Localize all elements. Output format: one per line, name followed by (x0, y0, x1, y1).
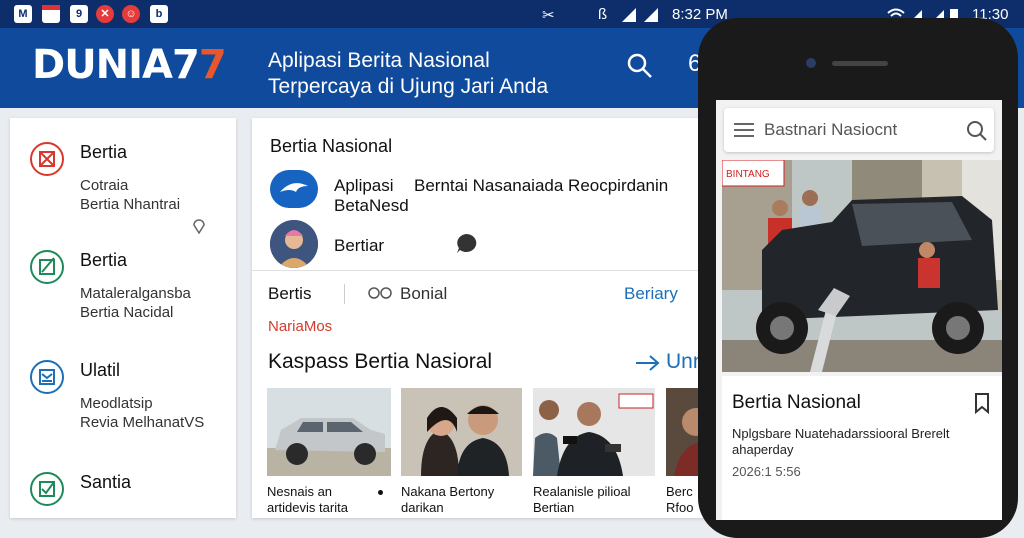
desc-line1: Nplgsbare Nuatehadarssiooral Brerelt (732, 426, 950, 441)
logo: DUNIA77 (32, 42, 227, 88)
sidebar-sub-line1: Mataleralgansba (80, 285, 191, 302)
tagline: Aplipasi Berita Nasional Terpercaya di U… (268, 48, 548, 100)
phone-card-title: Bertia Nasional (732, 392, 861, 413)
news-thumb-4-caption: Berc Rfoo (666, 484, 693, 516)
app-b-icon: b (150, 5, 168, 23)
row1-name-line2: BetaNesd (334, 196, 409, 215)
phone-news-card[interactable]: Bertia Nasional Nplgsbare Nuatehadarssio… (722, 376, 1002, 520)
news-thumb-2[interactable] (401, 388, 522, 476)
sidebar-item-title: Santia (80, 472, 132, 492)
signal-icon (622, 8, 658, 22)
phone-screen: Bastnari Nasiocnt BINTANG Bertia Nasiona… (716, 100, 1002, 520)
tagline-line1: Aplipasi Berita Nasional (268, 49, 490, 72)
sidebar-item-title: Bertia (80, 142, 128, 162)
news-thumb-1-caption: Nesnais an artidevis tarita (267, 484, 348, 516)
app-g-icon: 9 (70, 5, 88, 23)
row1-name: Aplipasi BetaNesd (334, 176, 409, 216)
row1-desc: Berntai Nasanaiada Reocpirdanin (414, 176, 669, 195)
tab-bonial[interactable]: Bonial (400, 284, 447, 304)
phone-card-desc: Nplgsbare Nuatehadarssiooral Brerelt aha… (732, 426, 996, 458)
bookmark-icon[interactable] (972, 392, 992, 414)
phone-search-bar[interactable]: Bastnari Nasiocnt (724, 108, 994, 152)
time-left: 8:32 PM (672, 6, 728, 23)
search-tag-icon (368, 287, 392, 299)
phone-card-time: 2026:1 5:56 (732, 464, 801, 479)
divider (252, 270, 712, 271)
sidebar-sub-line2: Bertia Nacidal (80, 304, 174, 321)
section-title: Kaspass Bertia Nasioral (268, 350, 493, 373)
phone-search-input[interactable]: Bastnari Nasiocnt (764, 120, 897, 140)
news-hero-image[interactable]: BINTANG (722, 160, 1002, 372)
sidebar-item-title: Bertia (80, 250, 128, 270)
sidebar-item-sub: Meodlatsip Revia MelhanatVS (80, 394, 204, 432)
speaker-grille (832, 61, 888, 66)
news-thumb-3-caption: Realanisle pilioal Bertian (533, 484, 631, 516)
edit-square-icon (30, 250, 64, 284)
sidebar: Bertia Cotraia Bertia Nhantrai Bertia Ma… (10, 118, 236, 518)
tab-beriary[interactable]: Beriary (624, 284, 678, 304)
app-red2-icon: ☺ (122, 5, 140, 23)
camera-icon (806, 58, 816, 68)
signal-b-icon: ß (598, 6, 608, 23)
caption-line2: Rfoo (666, 500, 694, 515)
search-icon[interactable] (966, 120, 988, 142)
calendar-icon (42, 5, 60, 23)
check-square-icon (30, 472, 64, 506)
tagline-line2: Terpercaya di Ujung Jari Anda (268, 75, 549, 98)
app-red-icon: ✕ (96, 5, 114, 23)
inbox-square-icon (30, 360, 64, 394)
hamburger-icon[interactable] (734, 122, 754, 138)
caption-line1: Realanisle pilioal (533, 484, 631, 499)
caption-line2: darikan (401, 500, 444, 515)
location-pin-icon (193, 219, 205, 234)
caption-line1: Nakana Bertony (401, 484, 495, 499)
news-panel: Bertia Nasional Aplipasi BetaNesd Bernta… (252, 118, 712, 518)
phone-mockup: Bastnari Nasiocnt BINTANG Bertia Nasiona… (698, 18, 1018, 538)
news-thumb-3[interactable] (533, 388, 655, 476)
desc-line2: ahaperday (732, 442, 794, 457)
shop-sign-text: BINTANG (726, 169, 770, 180)
sidebar-sub-line2: Revia MelhanatVS (80, 414, 205, 431)
sidebar-item-title: Ulatil (80, 360, 121, 380)
caption-line2: artidevis tarita (267, 500, 348, 515)
sidebar-item-sub: Mataleralgansba Bertia Nacidal (80, 284, 191, 322)
tab-separator (344, 284, 345, 304)
sidebar-sub-line1: Meodlatsip (80, 395, 153, 412)
caption-line2: Bertian (533, 500, 575, 515)
logo-main: DUNIA7 (32, 42, 200, 88)
caption-line1: Berc (666, 484, 693, 499)
panel-title: Bertia Nasional (270, 136, 393, 156)
gmail-icon: M (14, 5, 32, 23)
sidebar-sub-line2: Bertia Nhantrai (80, 196, 181, 213)
avatar (270, 220, 318, 268)
caption-line1: Nesnais an (267, 484, 333, 499)
close-square-icon (30, 142, 64, 176)
category-tag[interactable]: NariaMos (268, 318, 332, 335)
row1-name-line1: Aplipasi (334, 176, 394, 195)
row2-name: Bertiar (334, 236, 385, 255)
bullet-dot (378, 490, 383, 495)
sidebar-sub-line1: Cotraia (80, 177, 129, 194)
tab-bertis[interactable]: Bertis (268, 284, 311, 304)
sidebar-item-sub: Cotraia Bertia Nhantrai (80, 176, 180, 214)
news-thumb-1[interactable] (267, 388, 391, 476)
logo-accent: 7 (198, 42, 227, 88)
search-icon[interactable] (626, 52, 654, 80)
arrow-right-icon[interactable] (634, 354, 662, 372)
dolphin-logo-icon (270, 170, 318, 208)
chat-bubble-icon[interactable] (454, 232, 478, 254)
bluetooth-icon: ✂ (542, 7, 555, 24)
news-thumb-2-caption: Nakana Bertony darikan (401, 484, 494, 516)
